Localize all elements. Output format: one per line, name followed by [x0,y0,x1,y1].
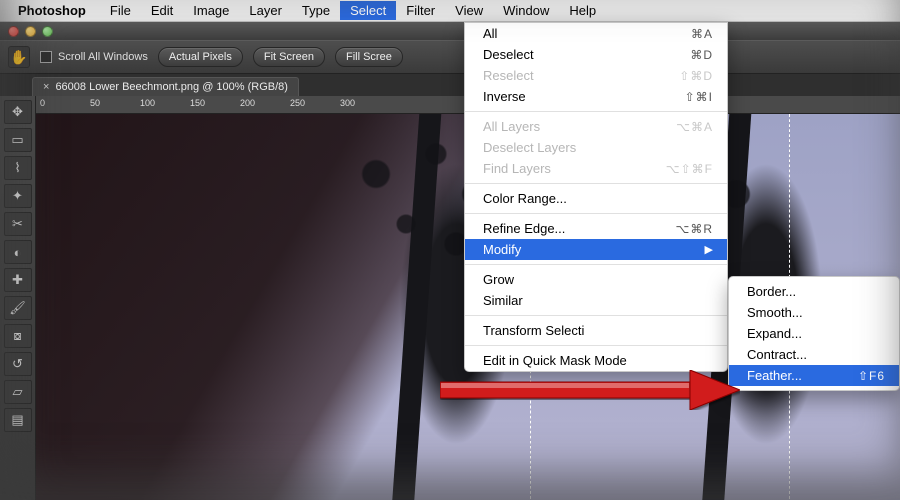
zoom-window-icon[interactable] [42,26,53,37]
ruler-label: 150 [190,98,205,108]
mac-menubar: Photoshop File Edit Image Layer Type Sel… [0,0,900,22]
menu-help[interactable]: Help [559,1,606,20]
menu-separator [465,111,727,112]
submenu-arrow-icon: ▶ [705,243,713,256]
menuitem-border[interactable]: Border... [729,281,899,302]
menu-separator [465,345,727,346]
eyedropper-tool-icon[interactable]: ◐ [4,240,32,264]
menuitem-contract[interactable]: Contract... [729,344,899,365]
menu-file[interactable]: File [100,1,141,20]
move-tool-icon[interactable]: ✥ [4,100,32,124]
menuitem-deselect[interactable]: Deselect⌘D [465,44,727,65]
marquee-tool-icon[interactable]: ▭ [4,128,32,152]
menuitem-color-range[interactable]: Color Range... [465,188,727,209]
ruler-label: 250 [290,98,305,108]
crop-tool-icon[interactable]: ✂ [4,212,32,236]
menuitem-feather[interactable]: Feather...⇧F6 [729,365,899,386]
menuitem-all-layers: All Layers⌥⌘A [465,116,727,137]
hand-tool-icon[interactable]: ✋ [8,46,30,68]
heal-tool-icon[interactable]: ✚ [4,268,32,292]
scroll-all-windows-label: Scroll All Windows [58,51,148,63]
app-name: Photoshop [18,3,86,18]
menu-view[interactable]: View [445,1,493,20]
menu-type[interactable]: Type [292,1,340,20]
minimize-window-icon[interactable] [25,26,36,37]
ruler-label: 50 [90,98,100,108]
menuitem-similar[interactable]: Similar [465,290,727,311]
menu-image[interactable]: Image [183,1,239,20]
modify-submenu: Border... Smooth... Expand... Contract..… [728,276,900,391]
fit-screen-button[interactable]: Fit Screen [253,47,325,67]
menuitem-deselect-layers: Deselect Layers [465,137,727,158]
menu-window[interactable]: Window [493,1,559,20]
scroll-all-windows-checkbox[interactable] [40,51,52,63]
ruler-label: 300 [340,98,355,108]
fill-screen-button[interactable]: Fill Scree [335,47,403,67]
menu-layer[interactable]: Layer [239,1,292,20]
menu-separator [465,213,727,214]
ruler-label: 200 [240,98,255,108]
menuitem-all[interactable]: All⌘A [465,23,727,44]
menuitem-refine-edge[interactable]: Refine Edge...⌥⌘R [465,218,727,239]
gradient-tool-icon[interactable]: ▤ [4,408,32,432]
tools-panel: ✥ ▭ ⌇ ✦ ✂ ◐ ✚ 🖌 ⧇ ↺ ▱ ▤ [0,96,36,500]
menuitem-transform-selection[interactable]: Transform Selecti [465,320,727,341]
menuitem-smooth[interactable]: Smooth... [729,302,899,323]
menuitem-reselect: Reselect⇧⌘D [465,65,727,86]
menu-separator [465,264,727,265]
options-bar: ✋ Scroll All Windows Actual Pixels Fit S… [0,40,900,74]
lasso-tool-icon[interactable]: ⌇ [4,156,32,180]
select-menu-dropdown: All⌘A Deselect⌘D Reselect⇧⌘D Inverse⇧⌘I … [464,22,728,372]
stamp-tool-icon[interactable]: ⧇ [4,324,32,348]
menuitem-grow[interactable]: Grow [465,269,727,290]
menu-edit[interactable]: Edit [141,1,183,20]
eraser-tool-icon[interactable]: ▱ [4,380,32,404]
actual-pixels-button[interactable]: Actual Pixels [158,47,243,67]
menu-separator [465,315,727,316]
menu-separator [465,183,727,184]
menuitem-inverse[interactable]: Inverse⇧⌘I [465,86,727,107]
history-brush-tool-icon[interactable]: ↺ [4,352,32,376]
ruler-label: 0 [40,98,45,108]
document-tab-strip: × 66008 Lower Beechmont.png @ 100% (RGB/… [0,74,900,96]
menu-filter[interactable]: Filter [396,1,445,20]
close-window-icon[interactable] [8,26,19,37]
ruler-label: 100 [140,98,155,108]
close-tab-icon[interactable]: × [43,81,49,93]
document-tab-title: 66008 Lower Beechmont.png @ 100% (RGB/8) [55,81,288,93]
menu-select[interactable]: Select [340,1,396,20]
menuitem-find-layers: Find Layers⌥⇧⌘F [465,158,727,179]
document-tab[interactable]: × 66008 Lower Beechmont.png @ 100% (RGB/… [32,77,299,96]
menuitem-modify[interactable]: Modify▶ [465,239,727,260]
window-titlebar [0,22,900,40]
wand-tool-icon[interactable]: ✦ [4,184,32,208]
brush-tool-icon[interactable]: 🖌 [4,296,32,320]
menuitem-expand[interactable]: Expand... [729,323,899,344]
menuitem-quick-mask[interactable]: Edit in Quick Mask Mode [465,350,727,371]
